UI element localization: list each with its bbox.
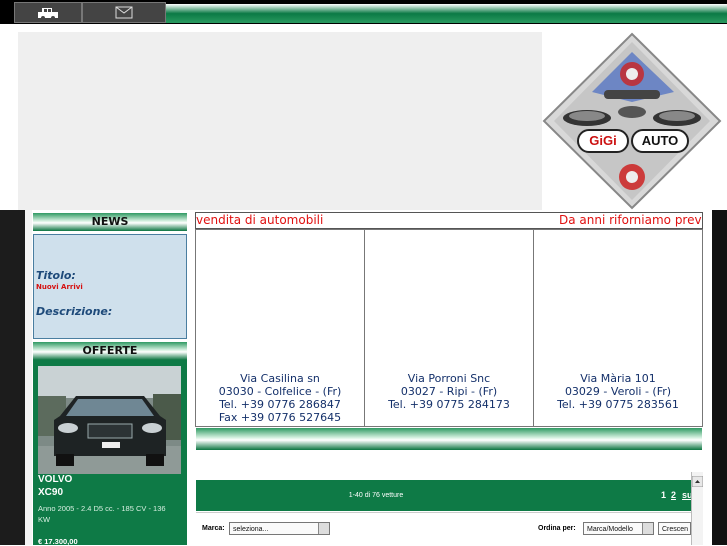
scrollbar[interactable]	[691, 472, 704, 545]
marca-label: Marca:	[202, 525, 225, 532]
car-photo[interactable]	[38, 366, 181, 474]
ordina-select-value: Marca/Modello	[587, 526, 633, 533]
address-street: Via Mària 101	[580, 372, 656, 385]
left-gap	[25, 210, 32, 545]
chevron-down-icon	[318, 523, 329, 534]
car-make[interactable]: VOLVO	[38, 474, 72, 485]
news-title-value[interactable]: Nuovi Arrivi	[36, 283, 83, 291]
mail-icon	[115, 6, 133, 19]
logo-brand-left: GiGi	[589, 133, 617, 148]
marca-select-value: seleziona...	[233, 526, 269, 533]
chevron-down-icon	[642, 523, 653, 534]
header-banner	[18, 32, 542, 210]
page-1-link[interactable]: 1	[661, 490, 666, 500]
news-ticker: vendita di automobili Da anni riforniamo…	[195, 212, 703, 229]
car-details: Anno 2005 - 2.4 D5 cc. - 185 CV - 136 KW	[38, 504, 166, 524]
top-bar	[0, 0, 727, 24]
scroll-up-icon[interactable]	[691, 475, 704, 488]
address-tel: Tel. +39 0776 286847	[219, 398, 341, 411]
top-bar-stripe	[166, 4, 727, 23]
logo-brand-right: AUTO	[641, 133, 679, 148]
address-colfelice: Via Casilina sn 03030 - Colfelice - (Fr)…	[196, 230, 365, 426]
order-direction-select[interactable]: Crescen	[658, 522, 691, 535]
logo[interactable]: GiGi AUTO	[542, 32, 724, 210]
address-ripi: Via Porroni Snc 03027 - Ripi - (Fr) Tel.…	[365, 230, 534, 426]
ordina-select[interactable]: Marca/Modello	[583, 522, 654, 535]
left-border	[0, 210, 25, 545]
ticker-text-right: Da anni riforniamo previ	[559, 213, 703, 227]
marca-select[interactable]: seleziona...	[229, 522, 330, 535]
car-icon	[38, 7, 58, 20]
order-direction-value: Crescen	[662, 526, 689, 533]
news-box: Titolo: Nuovi Arrivi Descrizione:	[33, 234, 187, 339]
address-city: 03027 - Ripi - (Fr)	[400, 385, 498, 398]
page-2-link[interactable]: 2	[671, 490, 676, 500]
results-pager: 1-40 di 76 vetture 1 2 su	[196, 480, 693, 511]
gigi-auto-logo	[542, 32, 722, 210]
news-header: NEWS	[33, 213, 187, 231]
filter-bar: Marca: seleziona... Ordina per: Marca/Mo…	[196, 512, 691, 546]
address-city: 03029 - Veroli - (Fr)	[564, 385, 672, 398]
news-title-label: Titolo:	[36, 269, 76, 282]
car-model[interactable]: XC90	[38, 487, 63, 498]
contact-button[interactable]	[82, 2, 166, 23]
address-tel: Tel. +39 0775 283561	[557, 398, 679, 411]
ordina-label: Ordina per:	[538, 525, 576, 532]
address-city: 03030 - Colfelice - (Fr)	[218, 385, 342, 398]
address-veroli: Via Mària 101 03029 - Veroli - (Fr) Tel.…	[534, 230, 702, 426]
car-button[interactable]	[14, 2, 82, 23]
offerte-header: OFFERTE	[33, 342, 187, 360]
address-fax: Fax +39 0776 527645	[218, 411, 342, 424]
address-street: Via Casilina sn	[240, 372, 320, 385]
address-tel: Tel. +39 0775 284173	[388, 398, 510, 411]
right-border	[712, 210, 727, 545]
section-divider	[196, 428, 702, 450]
results-count: 1-40 di 76 vetture	[348, 492, 404, 499]
ticker-text-left: vendita di automobili	[196, 213, 324, 227]
address-street: Via Porroni Snc	[407, 372, 491, 385]
address-row: Via Casilina sn 03030 - Colfelice - (Fr)…	[195, 229, 703, 427]
news-description-label: Descrizione:	[36, 305, 113, 318]
offerte-box: VOLVO XC90 Anno 2005 - 2.4 D5 cc. - 185 …	[33, 360, 187, 546]
